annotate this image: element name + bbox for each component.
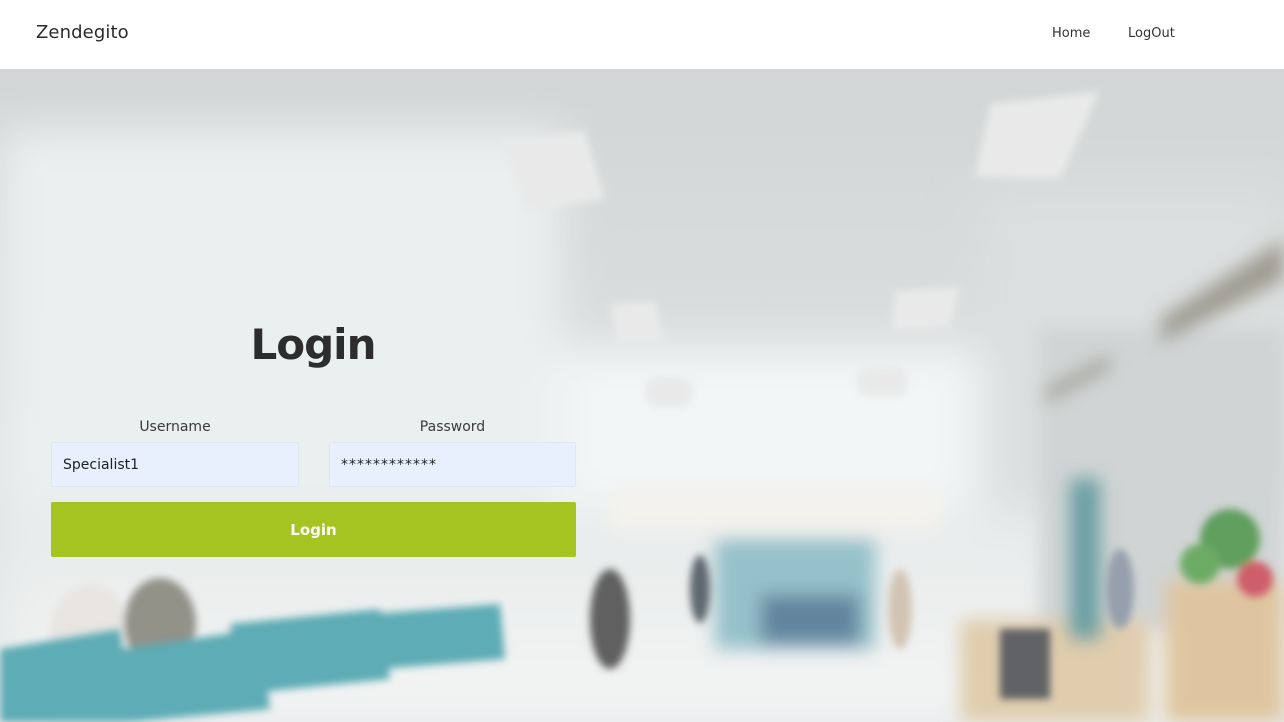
password-label: Password [419, 419, 486, 435]
login-heading: Login [250, 320, 377, 369]
nav-logout-link[interactable]: LogOut [1128, 26, 1175, 41]
brand-logo-text[interactable]: Zendegito [36, 22, 129, 43]
username-input[interactable] [51, 442, 299, 487]
username-label: Username [139, 419, 211, 435]
navbar: Zendegito Home LogOut [0, 0, 1284, 69]
login-button[interactable]: Login [51, 502, 576, 557]
hospital-background-image [0, 69, 1284, 722]
nav-home-link[interactable]: Home [1052, 26, 1090, 41]
password-input[interactable] [329, 442, 576, 487]
